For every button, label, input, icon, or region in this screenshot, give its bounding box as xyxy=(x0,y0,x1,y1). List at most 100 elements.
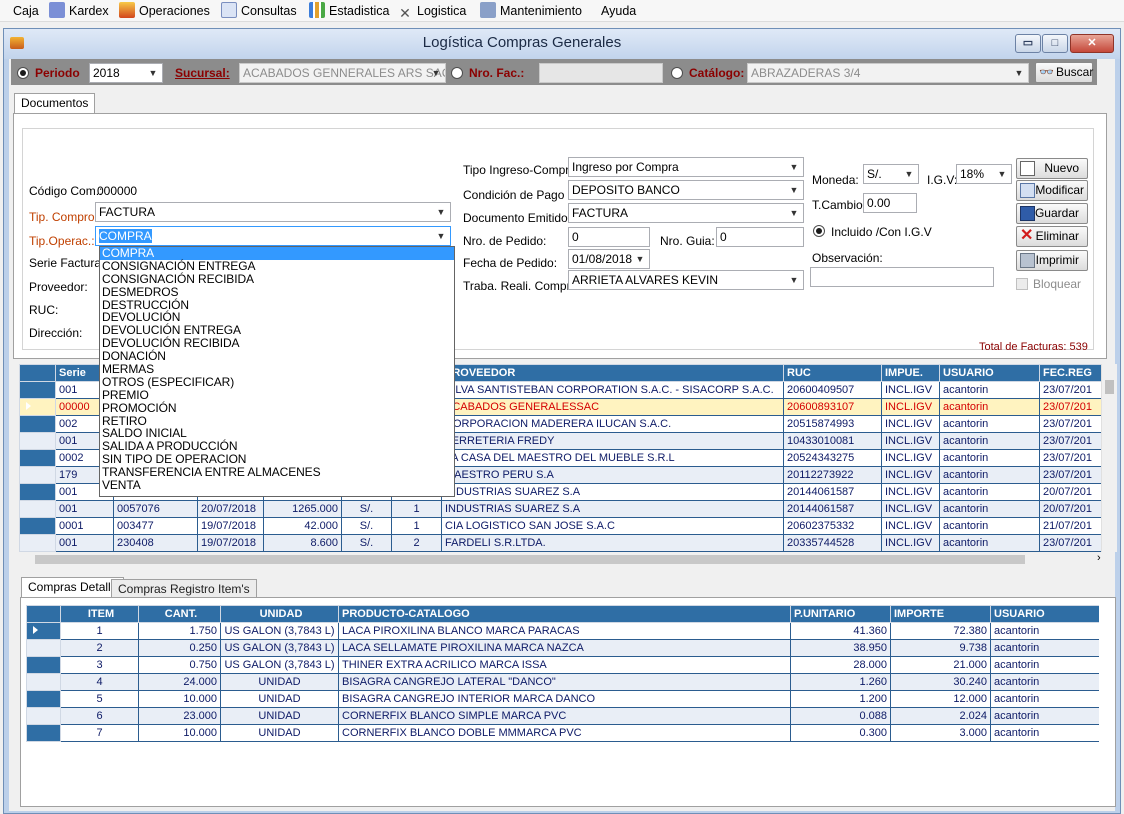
column-header[interactable]: IMPUE. xyxy=(881,364,940,382)
row-selector[interactable] xyxy=(19,483,56,501)
row-selector[interactable] xyxy=(26,673,61,691)
catalogo-radio[interactable] xyxy=(671,67,683,79)
column-header[interactable]: USUARIO xyxy=(990,605,1099,623)
detalle-row[interactable]: 1 1.750 US GALON (3,7843 L) LACA PIROXILINA… xyxy=(26,622,1099,640)
menu-operaciones[interactable]: Operaciones xyxy=(116,0,213,22)
observacion-input[interactable] xyxy=(810,267,994,287)
tab-compras-registro[interactable]: Compras Registro Item's xyxy=(111,579,257,598)
detalle-row[interactable]: 5 10.000 UNIDAD BISAGRA CANGREJO INTERIOR M… xyxy=(26,690,1099,708)
row-selector[interactable] xyxy=(19,432,56,450)
igv-select[interactable]: 18% ▼ xyxy=(956,164,1012,184)
dropdown-option[interactable]: COMPRA xyxy=(100,247,454,260)
tab-compras-detalle[interactable]: Compras Detalle xyxy=(21,577,125,598)
periodo-select[interactable]: 2018 ▼ xyxy=(89,63,163,83)
fecha-picker[interactable]: 01/08/2018 ▼ xyxy=(568,249,650,269)
column-header[interactable]: FEC.REG xyxy=(1039,364,1107,382)
hscroll-thumb[interactable] xyxy=(35,555,1025,564)
row-selector[interactable] xyxy=(19,449,56,467)
buscar-button[interactable]: 👓 Buscar xyxy=(1035,62,1093,83)
menu-logistica[interactable]: ✕ Logistica xyxy=(394,0,469,22)
close-button[interactable]: ✕ xyxy=(1070,34,1114,53)
maximize-button[interactable]: □ xyxy=(1042,34,1068,53)
dropdown-option[interactable]: OTROS (ESPECIFICAR) xyxy=(100,376,454,389)
compras-hscroll[interactable]: › xyxy=(19,552,1115,568)
column-header[interactable]: UNIDAD xyxy=(220,605,339,623)
nroguia-input[interactable]: 0 xyxy=(716,227,804,247)
column-header[interactable]: ITEM xyxy=(60,605,139,623)
column-header[interactable]: RUC xyxy=(783,364,882,382)
menu-caja[interactable]: Caja xyxy=(10,0,42,22)
compras-vscroll[interactable] xyxy=(1101,364,1117,552)
moneda-select[interactable]: S/. ▼ xyxy=(863,164,919,184)
row-selector[interactable] xyxy=(26,724,61,742)
tipcompro-select[interactable]: FACTURA ▼ xyxy=(95,202,451,222)
column-header[interactable]: CANT. xyxy=(138,605,221,623)
column-header[interactable]: IMPORTE xyxy=(890,605,991,623)
nropedido-input[interactable]: 0 xyxy=(568,227,650,247)
dropdown-option[interactable]: CONSIGNACIÓN ENTREGA xyxy=(100,259,454,273)
bloquear-checkbox[interactable] xyxy=(1016,278,1028,290)
row-selector[interactable] xyxy=(19,398,56,416)
detalle-row[interactable]: 2 0.250 US GALON (3,7843 L) LACA SELLAMATE … xyxy=(26,639,1099,657)
minimize-button[interactable]: ▭ xyxy=(1015,34,1041,53)
tipo-ingreso-select[interactable]: Ingreso por Compra ▼ xyxy=(568,157,804,177)
dropdown-option[interactable]: CONSIGNACIÓN RECIBIDA xyxy=(100,272,454,286)
fecha-label: Fecha de Pedido: xyxy=(463,256,558,270)
dropdown-option[interactable]: PROMOCIÓN xyxy=(100,401,454,415)
row-selector[interactable] xyxy=(26,639,61,657)
condicion-select[interactable]: DEPOSITO BANCO ▼ xyxy=(568,180,804,200)
detalle-row[interactable]: 6 23.000 UNIDAD CORNERFIX BLANCO SIMPLE MAR… xyxy=(26,707,1099,725)
tab-documentos[interactable]: Documentos xyxy=(14,93,96,114)
trabajador-select[interactable]: ARRIETA ALVARES KEVIN ▼ xyxy=(568,270,804,290)
row-selector[interactable] xyxy=(19,381,56,399)
row-selector[interactable] xyxy=(26,690,61,708)
dropdown-option[interactable]: DESMEDROS xyxy=(100,285,454,299)
compras-row[interactable]: 001 230408 19/07/2018 8.600 S/. 2 FARDELI S.R.… xyxy=(19,534,1107,552)
modificar-button[interactable]: Modificar xyxy=(1016,180,1088,201)
documento-select[interactable]: FACTURA ▼ xyxy=(568,203,804,223)
scroll-thumb[interactable] xyxy=(1105,380,1114,394)
cell-usr: acantorin xyxy=(990,690,1099,708)
column-header[interactable]: PRODUCTO-CATALOGO xyxy=(338,605,791,623)
row-selector[interactable] xyxy=(26,656,61,674)
cell-imp: INCL.IGV xyxy=(881,449,940,467)
compras-row[interactable]: 0001 003477 19/07/2018 42.000 S/. 1 CIA LOGIST… xyxy=(19,517,1107,535)
nrofac-radio[interactable] xyxy=(451,67,463,79)
column-header[interactable]: USUARIO xyxy=(939,364,1040,382)
tipoperac-dropdown-list[interactable]: COMPRA CONSIGNACIÓN ENTREGA CONSIGNACIÓN R… xyxy=(99,246,455,497)
row-selector[interactable] xyxy=(26,622,61,640)
menu-mantenimiento[interactable]: Mantenimiento xyxy=(477,0,585,22)
column-header[interactable]: P.UNITARIO xyxy=(790,605,891,623)
incluido-radio[interactable] xyxy=(813,225,825,237)
column-header[interactable]: PROVEEDOR xyxy=(441,364,784,382)
catalogo-select[interactable]: ABRAZADERAS 3/4 ▼ xyxy=(747,63,1029,83)
detalle-row[interactable]: 7 10.000 UNIDAD CORNERFIX BLANCO DOBLE MMMA… xyxy=(26,724,1099,742)
nuevo-button[interactable]: Nuevo xyxy=(1016,158,1088,179)
guardar-button[interactable]: Guardar xyxy=(1016,203,1088,224)
dropdown-option[interactable]: VENTA xyxy=(100,479,454,492)
menu-estadistica[interactable]: Estadistica xyxy=(306,0,392,22)
row-selector[interactable] xyxy=(19,500,56,518)
row-selector[interactable] xyxy=(19,534,56,552)
tcambio-input[interactable]: 0.00 xyxy=(863,193,917,213)
dropdown-option[interactable]: MERMAS xyxy=(100,363,454,376)
menu-kardex[interactable]: Kardex xyxy=(46,0,112,22)
row-selector[interactable] xyxy=(26,707,61,725)
dropdown-option[interactable]: TRANSFERENCIA ENTRE ALMACENES xyxy=(100,466,454,479)
periodo-radio[interactable] xyxy=(17,67,29,79)
dropdown-option[interactable]: PREMIO xyxy=(100,388,454,402)
row-selector[interactable] xyxy=(19,466,56,484)
row-selector[interactable] xyxy=(19,415,56,433)
eliminar-button[interactable]: ✕ Eliminar xyxy=(1016,226,1088,247)
sucursal-select[interactable]: ACABADOS GENNERALES ARS SAC ▼ xyxy=(239,63,446,83)
chevron-right-icon[interactable]: › xyxy=(1097,552,1101,564)
row-selector[interactable] xyxy=(19,517,56,535)
detalle-row[interactable]: 4 24.000 UNIDAD BISAGRA CANGREJO LATERAL "D… xyxy=(26,673,1099,691)
tipoperac-select[interactable]: COMPRA ▼ xyxy=(95,226,451,246)
imprimir-button[interactable]: Imprimir xyxy=(1016,250,1088,271)
compras-row[interactable]: 001 0057076 20/07/2018 1265.000 S/. 1 INDUSTRI… xyxy=(19,500,1107,518)
menu-ayuda[interactable]: Ayuda xyxy=(598,0,639,22)
menu-consultas[interactable]: Consultas xyxy=(218,0,300,22)
nrofac-input[interactable] xyxy=(539,63,663,83)
detalle-row[interactable]: 3 0.750 US GALON (3,7843 L) THINER EXTRA AC… xyxy=(26,656,1099,674)
